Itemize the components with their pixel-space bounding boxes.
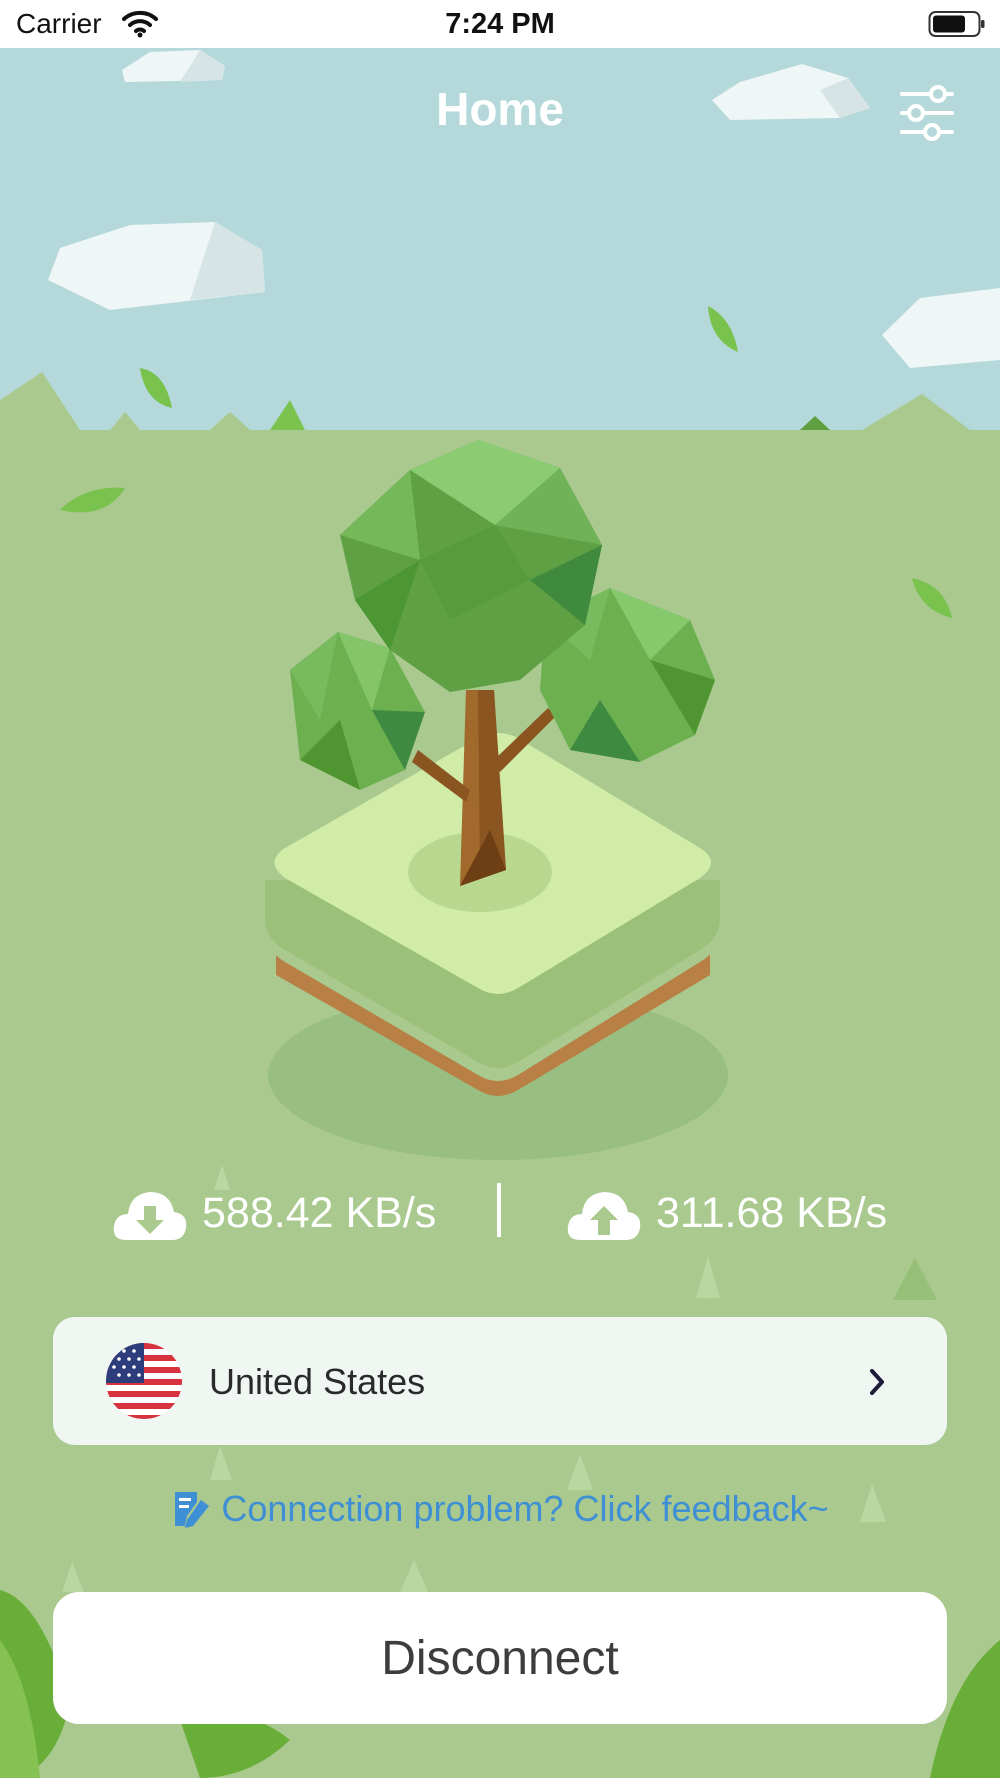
feedback-edit-icon	[175, 1492, 210, 1528]
server-name: United States	[209, 1361, 426, 1402]
download-speed: 588.42 KB/s	[112, 1178, 436, 1248]
disconnect-button[interactable]: Disconnect	[53, 1592, 947, 1724]
chevron-right-icon	[870, 1369, 884, 1395]
speed-divider	[497, 1183, 501, 1237]
us-flag-icon	[106, 1343, 182, 1419]
upload-speed-value: 311.68 KB/s	[656, 1188, 888, 1237]
server-selector[interactable]: United States	[53, 1317, 947, 1445]
status-bar: Carrier 7:24 PM	[0, 0, 1000, 48]
page-title: Home	[436, 83, 564, 135]
sliders-icon[interactable]	[898, 84, 956, 142]
cloud-upload-icon	[567, 1192, 641, 1240]
status-time: 7:24 PM	[445, 8, 555, 40]
feedback-text: Connection problem? Click feedback~	[221, 1488, 829, 1529]
battery-icon	[928, 11, 985, 37]
cloud-download-icon	[113, 1192, 187, 1240]
upload-speed: 311.68 KB/s	[566, 1178, 887, 1248]
disconnect-label: Disconnect	[381, 1631, 619, 1685]
download-speed-value: 588.42 KB/s	[202, 1188, 437, 1237]
feedback-link[interactable]: Connection problem? Click feedback~	[0, 1488, 1000, 1530]
